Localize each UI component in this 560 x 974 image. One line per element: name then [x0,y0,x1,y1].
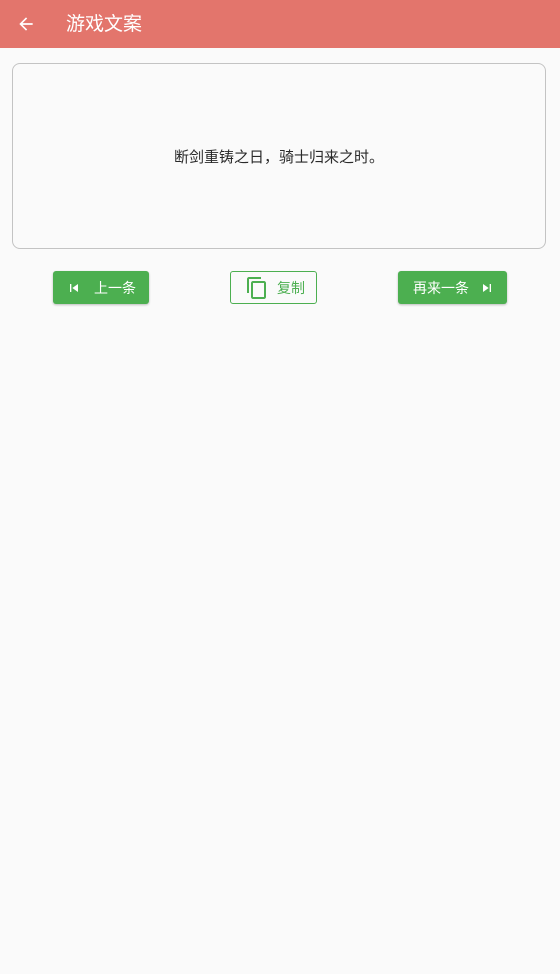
copy-button[interactable]: 复制 [230,271,317,304]
copy-text: 断剑重铸之日，骑士归来之时。 [173,147,384,166]
page-title: 游戏文案 [66,13,143,35]
skip-next-icon [479,280,495,296]
arrow-back-icon [16,14,36,34]
copy-button-label: 复制 [277,280,305,297]
skip-previous-icon [66,280,82,296]
back-button[interactable] [8,6,44,42]
previous-button[interactable]: 上一条 [53,271,149,304]
previous-button-label: 上一条 [94,280,136,297]
copy-text-card: 断剑重铸之日，骑士归来之时。 [12,63,546,249]
next-button-label: 再来一条 [413,280,469,297]
app-bar: 游戏文案 [0,0,560,48]
next-button[interactable]: 再来一条 [398,271,507,304]
copy-icon [245,276,269,300]
